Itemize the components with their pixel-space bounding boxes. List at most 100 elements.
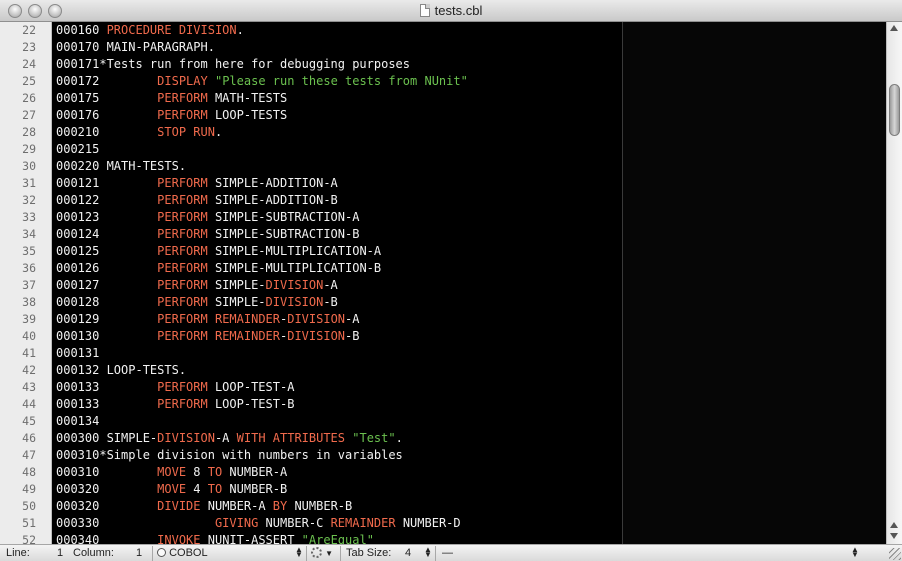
tab-size-value[interactable]: 4 bbox=[405, 547, 411, 560]
line-number: 29 bbox=[22, 142, 36, 156]
line-number: 40 bbox=[22, 329, 36, 343]
code-line[interactable]: 000121 PERFORM SIMPLE-ADDITION-A bbox=[52, 175, 468, 192]
line-number: 44 bbox=[22, 397, 36, 411]
language-selector[interactable]: COBOL bbox=[157, 547, 208, 560]
tab-size-arrows-icon[interactable]: ▲ ▼ bbox=[424, 546, 432, 561]
code-line[interactable]: 000130 PERFORM REMAINDER-DIVISION-B bbox=[52, 328, 468, 345]
settings-menu-button[interactable]: ▼ bbox=[311, 547, 333, 560]
code-text: 000330 bbox=[56, 516, 215, 530]
code-text: SIMPLE-SUBTRACTION-A bbox=[207, 210, 360, 224]
line-number: 33 bbox=[22, 210, 36, 224]
code-keyword: PERFORM bbox=[157, 278, 208, 292]
code-keyword: PERFORM bbox=[157, 210, 208, 224]
line-number: 26 bbox=[22, 91, 36, 105]
scrollbar-thumb[interactable] bbox=[889, 84, 900, 136]
code-keyword: DIVISION bbox=[265, 278, 324, 292]
code-line[interactable]: 000310*Simple division with numbers in v… bbox=[52, 447, 468, 464]
code-text: SIMPLE-MULTIPLICATION-B bbox=[207, 261, 382, 275]
code-line[interactable]: 000128 PERFORM SIMPLE-DIVISION-B bbox=[52, 294, 468, 311]
code-keyword: PERFORM bbox=[157, 261, 208, 275]
code-text: 000124 bbox=[56, 227, 158, 241]
line-number: 49 bbox=[22, 482, 36, 496]
code-keyword: PERFORM bbox=[157, 193, 208, 207]
code-line[interactable]: 000320 DIVIDE NUMBER-A BY NUMBER-B bbox=[52, 498, 468, 515]
code-line[interactable]: 000127 PERFORM SIMPLE-DIVISION-A bbox=[52, 277, 468, 294]
line-number-gutter[interactable]: 22 23 24 25 26 27 28 29 30 31 32 33 34 35 36 37 38 39 40 41… bbox=[0, 22, 52, 544]
code-line[interactable]: 000125 PERFORM SIMPLE-MULTIPLICATION-A bbox=[52, 243, 468, 260]
code-string: "Test" bbox=[352, 431, 396, 445]
line-number: 31 bbox=[22, 176, 36, 190]
code-line[interactable]: 000134 bbox=[52, 413, 468, 430]
scroll-down-arrow-icon[interactable] bbox=[890, 533, 898, 539]
code-text: 000310 bbox=[56, 465, 158, 479]
code-line[interactable]: 000215 bbox=[52, 141, 468, 158]
scroll-up-arrow-icon[interactable] bbox=[890, 25, 898, 31]
code-line[interactable]: 000133 PERFORM LOOP-TEST-A bbox=[52, 379, 468, 396]
code-line[interactable]: 000320 MOVE 4 TO NUMBER-B bbox=[52, 481, 468, 498]
code-text: 000172 bbox=[56, 74, 158, 88]
code-text: NUNIT-ASSERT bbox=[200, 533, 302, 544]
code-text: 000132 LOOP-TESTS. bbox=[56, 363, 187, 377]
code-keyword: DIVIDE bbox=[157, 499, 201, 513]
code-keyword: DIVISION bbox=[287, 312, 346, 326]
code-text: NUMBER-B bbox=[222, 482, 288, 496]
code-text: SIMPLE-ADDITION-A bbox=[207, 176, 338, 190]
code-line[interactable]: 000172 DISPLAY "Please run these tests f… bbox=[52, 73, 468, 90]
language-value: COBOL bbox=[169, 547, 208, 559]
code-text: 000129 bbox=[56, 312, 158, 326]
symbol-selector-arrows-icon[interactable]: ▲ ▼ bbox=[851, 546, 859, 561]
language-selector-arrows-icon[interactable]: ▲ ▼ bbox=[295, 546, 303, 561]
line-number: 38 bbox=[22, 295, 36, 309]
code-lines[interactable]: 000160 PROCEDURE DIVISION. 000170 MAIN-PA… bbox=[52, 22, 468, 544]
code-line[interactable]: 000126 PERFORM SIMPLE-MULTIPLICATION-B bbox=[52, 260, 468, 277]
code-line[interactable]: 000330 GIVING NUMBER-C REMAINDER NUMBER-… bbox=[52, 515, 468, 532]
code-text: 000128 bbox=[56, 295, 158, 309]
code-line[interactable]: 000160 PROCEDURE DIVISION. bbox=[52, 22, 468, 39]
code-keyword: MOVE bbox=[157, 465, 187, 479]
code-text: -B bbox=[323, 295, 338, 309]
code-keyword: PERFORM bbox=[157, 176, 208, 190]
tab-size-label: Tab Size: bbox=[346, 547, 392, 559]
code-keyword: DISPLAY bbox=[157, 74, 208, 88]
line-number: 51 bbox=[22, 516, 36, 530]
line-number: 42 bbox=[22, 363, 36, 377]
line-number: 35 bbox=[22, 244, 36, 258]
code-keyword: DIVISION bbox=[265, 295, 324, 309]
code-keyword: WITH ATTRIBUTES bbox=[236, 431, 346, 445]
code-text: 000310*Simple division with numbers in v… bbox=[56, 448, 403, 462]
code-text: 000320 bbox=[56, 482, 158, 496]
code-keyword: DIVISION bbox=[287, 329, 346, 343]
code-line[interactable]: 000129 PERFORM REMAINDER-DIVISION-A bbox=[52, 311, 468, 328]
code-line[interactable]: 000176 PERFORM LOOP-TESTS bbox=[52, 107, 468, 124]
code-line[interactable]: 000170 MAIN-PARAGRAPH. bbox=[52, 39, 468, 56]
code-line[interactable]: 000171*Tests run from here for debugging… bbox=[52, 56, 468, 73]
vertical-scrollbar[interactable] bbox=[886, 22, 902, 544]
code-keyword: PERFORM bbox=[157, 312, 208, 326]
scroll-up-arrow-bottom-icon[interactable] bbox=[890, 522, 898, 528]
code-line[interactable]: 000210 STOP RUN. bbox=[52, 124, 468, 141]
code-editor[interactable]: 000160 PROCEDURE DIVISION. 000170 MAIN-PA… bbox=[52, 22, 886, 544]
code-keyword: TO bbox=[207, 465, 223, 479]
code-line[interactable]: 000220 MATH-TESTS. bbox=[52, 158, 468, 175]
code-line[interactable]: 000300 SIMPLE-DIVISION-A WITH ATTRIBUTES… bbox=[52, 430, 468, 447]
resize-grip-icon[interactable] bbox=[889, 548, 901, 560]
code-keyword: MOVE bbox=[157, 482, 187, 496]
code-text: 4 bbox=[186, 482, 208, 496]
code-text: -A bbox=[323, 278, 338, 292]
code-line[interactable]: 000131 bbox=[52, 345, 468, 362]
window-title: tests.cbl bbox=[434, 3, 483, 18]
code-line[interactable]: 000122 PERFORM SIMPLE-ADDITION-B bbox=[52, 192, 468, 209]
symbol-selector[interactable]: — bbox=[442, 547, 453, 560]
code-text: 000210 bbox=[56, 125, 158, 139]
code-text: . bbox=[214, 125, 223, 139]
code-line[interactable]: 000132 LOOP-TESTS. bbox=[52, 362, 468, 379]
code-line[interactable]: 000340 INVOKE NUNIT-ASSERT "AreEqual" bbox=[52, 532, 468, 544]
code-line[interactable]: 000133 PERFORM LOOP-TEST-B bbox=[52, 396, 468, 413]
code-line[interactable]: 000124 PERFORM SIMPLE-SUBTRACTION-B bbox=[52, 226, 468, 243]
code-line[interactable]: 000175 PERFORM MATH-TESTS bbox=[52, 90, 468, 107]
code-line[interactable]: 000123 PERFORM SIMPLE-SUBTRACTION-A bbox=[52, 209, 468, 226]
code-text: SIMPLE-SUBTRACTION-B bbox=[207, 227, 360, 241]
code-keyword: PERFORM bbox=[157, 380, 208, 394]
code-text: 000121 bbox=[56, 176, 158, 190]
code-line[interactable]: 000310 MOVE 8 TO NUMBER-A bbox=[52, 464, 468, 481]
